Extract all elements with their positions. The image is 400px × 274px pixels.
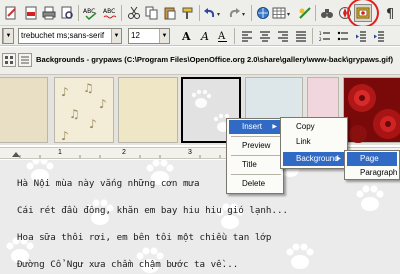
menu-item-title[interactable]: Title (229, 158, 281, 172)
menu-item-insert[interactable]: Insert ▶ (229, 120, 281, 134)
italic-icon[interactable]: A (196, 27, 214, 45)
standard-toolbar: ABC ABC ▾ ▾ ▾ ¶ (0, 0, 400, 28)
svg-text:¶: ¶ (386, 7, 394, 20)
submenu-arrow-icon: ▶ (272, 124, 277, 130)
decrease-indent-icon[interactable] (352, 27, 370, 45)
align-center-icon[interactable] (256, 27, 274, 45)
font-name-value: trebuchet ms;sans-serif (21, 31, 105, 40)
submenu-item-background-label: Background (296, 154, 339, 163)
thumbnail-music-notes[interactable]: ♪ ♫ ♪ ♫ ♪ ♪ (54, 77, 114, 143)
submenu-item-background[interactable]: Background ▶ (283, 152, 345, 166)
show-draw-functions-icon[interactable] (296, 4, 314, 22)
svg-text:♪: ♪ (61, 129, 69, 143)
document-line-2: Cái rét đầu đông, khăn em bay hiu hiu gi… (17, 205, 289, 216)
document-area[interactable]: Hà Nội mùa này vắng những cơn mưa Cái ré… (0, 160, 400, 274)
submenu-arrow-icon: ▶ (336, 156, 341, 162)
page-preview-icon[interactable] (58, 4, 76, 22)
copy-icon[interactable] (143, 4, 161, 22)
svg-text:♪: ♪ (99, 97, 107, 111)
underline-icon[interactable]: A (214, 27, 232, 45)
svg-text:▾: ▾ (217, 11, 220, 18)
svg-text:♫: ♫ (69, 107, 80, 121)
svg-text:♫: ♫ (83, 81, 94, 95)
gallery-icon-view-icon[interactable] (2, 53, 16, 67)
paste-icon[interactable] (161, 4, 179, 22)
svg-text:♪: ♪ (61, 85, 69, 99)
svg-text:▾: ▾ (242, 11, 245, 18)
gallery-highlight-circle (347, 0, 379, 28)
svg-text:ABC: ABC (103, 8, 115, 15)
redo-icon[interactable]: ▾ (227, 4, 249, 22)
thumbnail-red-roses[interactable] (343, 77, 400, 143)
font-size-combo[interactable]: 12 ▼ (128, 28, 170, 44)
numbering-icon[interactable]: 12 (316, 27, 334, 45)
menu-item-delete[interactable]: Delete (229, 177, 281, 191)
find-replace-icon[interactable] (318, 4, 336, 22)
gallery-titlebar: Backgrounds - grypaws (C:\Program Files\… (0, 47, 400, 75)
font-size-value: 12 (131, 31, 140, 40)
insert-submenu: Copy Link Background ▶ (280, 117, 348, 169)
ruler-mark-1: 1 (58, 149, 62, 156)
align-right-icon[interactable] (274, 27, 292, 45)
print-icon[interactable] (40, 4, 58, 22)
svg-text:A: A (181, 30, 191, 43)
submenu-item-paragraph[interactable]: Paragraph (347, 166, 397, 180)
edit-file-icon[interactable] (2, 4, 20, 22)
menu-item-insert-label: Insert (242, 122, 263, 131)
svg-text:ABC: ABC (83, 8, 95, 15)
thumbnail-parchment[interactable] (0, 77, 48, 143)
svg-text:2: 2 (319, 37, 322, 42)
increase-indent-icon[interactable] (370, 27, 388, 45)
document-line-1: Hà Nội mùa này vắng những cơn mưa (17, 178, 200, 189)
svg-text:♪: ♪ (89, 117, 97, 131)
cut-icon[interactable] (125, 4, 143, 22)
menu-item-preview[interactable]: Preview (229, 139, 281, 153)
spellcheck-icon[interactable]: ABC (82, 4, 100, 22)
background-submenu: Page Paragraph (344, 150, 400, 180)
font-name-combo[interactable]: trebuchet ms;sans-serif ▼ (18, 28, 122, 44)
document-line-4: Đường Cổ Ngư xưa chầm chậm bước ta về... (17, 259, 239, 270)
submenu-item-link[interactable]: Link (283, 135, 345, 149)
submenu-item-page[interactable]: Page (347, 152, 397, 166)
ruler-mark-2: 2 (122, 149, 126, 156)
submenu-item-copy[interactable]: Copy (283, 120, 345, 134)
hyperlink-icon[interactable] (254, 4, 272, 22)
ruler-mark-3: 3 (188, 149, 192, 156)
style-combo[interactable]: ▼ (2, 28, 14, 44)
svg-text:A: A (200, 30, 209, 43)
svg-text:▾: ▾ (287, 11, 290, 18)
svg-text:A: A (217, 31, 226, 42)
nonprinting-characters-icon[interactable]: ¶ (382, 4, 400, 22)
gallery-title: Backgrounds - grypaws (C:\Program Files\… (36, 55, 393, 64)
export-pdf-icon[interactable] (22, 4, 40, 22)
undo-icon[interactable]: ▾ (201, 4, 225, 22)
gallery-context-menu: Insert ▶ Preview Title Delete (226, 118, 284, 194)
gallery-detail-view-icon[interactable] (18, 53, 32, 67)
table-icon[interactable]: ▾ (272, 4, 294, 22)
svg-text:1: 1 (319, 31, 322, 36)
formatting-toolbar: ▼ trebuchet ms;sans-serif ▼ 12 ▼ A A A 1… (0, 26, 400, 46)
bullets-icon[interactable] (334, 27, 352, 45)
align-left-icon[interactable] (238, 27, 256, 45)
justify-icon[interactable] (292, 27, 310, 45)
document-line-3: Hoa sữa thôi rơi, em bên tôi một chiều t… (17, 232, 272, 243)
clone-formatting-icon[interactable] (179, 4, 197, 22)
autospellcheck-icon[interactable]: ABC (102, 4, 120, 22)
thumbnail-paper-texture[interactable] (118, 77, 178, 143)
bold-icon[interactable]: A (178, 27, 196, 45)
